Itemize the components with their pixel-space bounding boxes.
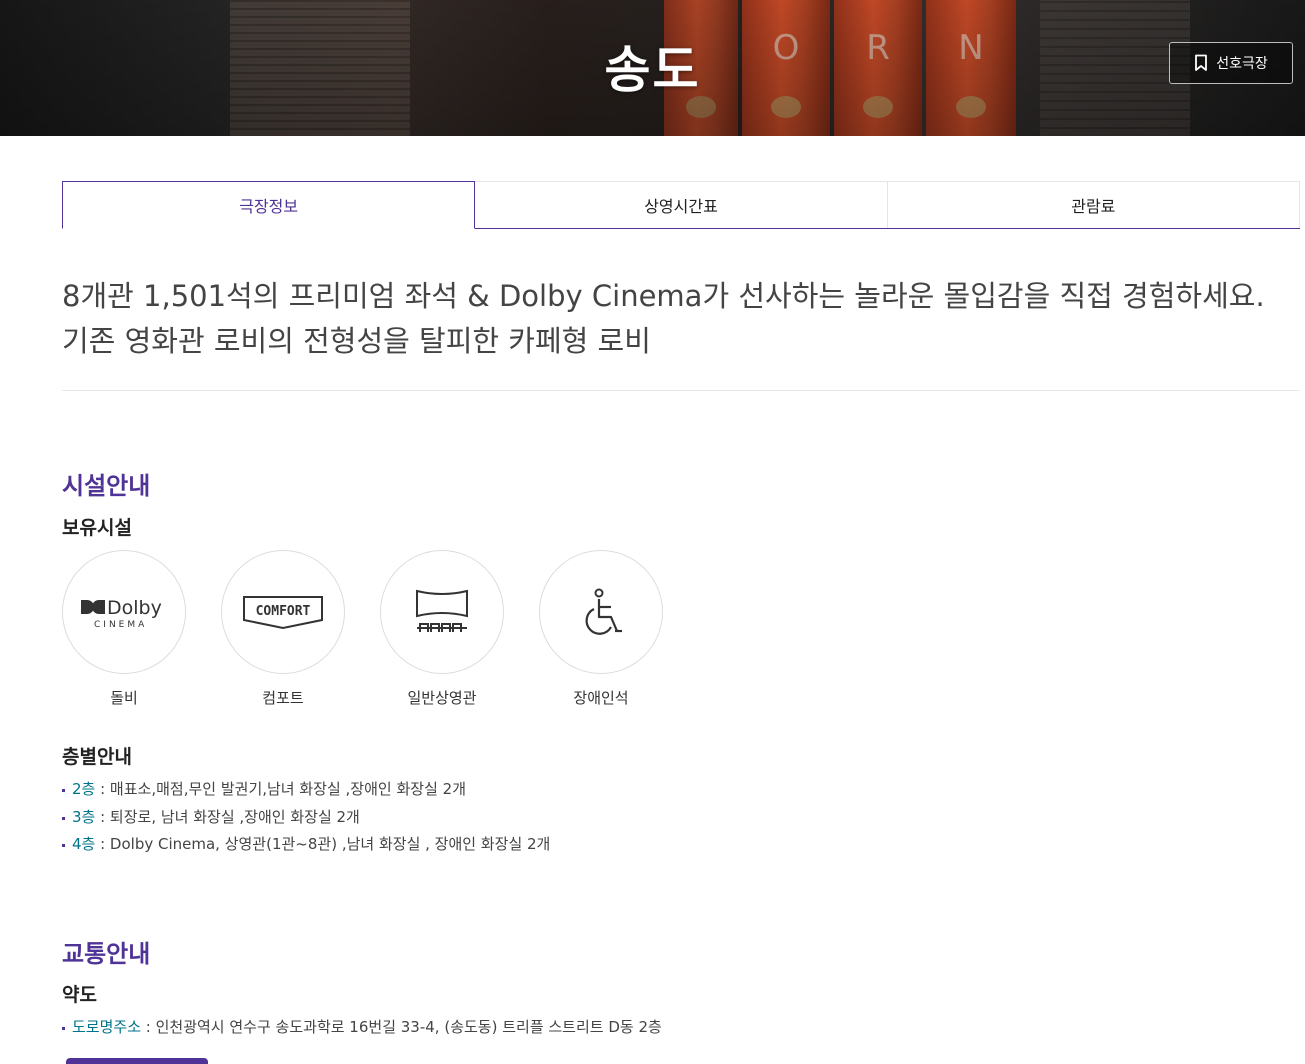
- bookmark-icon: [1195, 54, 1208, 71]
- section-divider: [62, 390, 1300, 391]
- intro-line-2: 기존 영화관 로비의 전형성을 탈피한 카페형 로비: [62, 324, 651, 358]
- address-value: : 인천광역시 연수구 송도과학로 16번길 33-4, (송도동) 트리플 스…: [141, 1018, 662, 1036]
- svg-text:COMFORT: COMFORT: [256, 604, 311, 619]
- theater-tabs: 극장정보 상영시간표 관람료: [62, 181, 1300, 229]
- address-list: 도로명주소 : 인천광역시 연수구 송도과학로 16번길 33-4, (송도동)…: [62, 1014, 662, 1042]
- map-button[interactable]: [66, 1058, 208, 1064]
- theater-screen-icon: [380, 550, 504, 674]
- facility-item-dolby: Dolby CINEMA 돌비: [62, 550, 186, 708]
- floor-description: : 매표소,매점,무인 발권기,남녀 화장실 ,장애인 화장실 2개: [95, 780, 466, 798]
- facility-section-title: 시설안내: [62, 472, 151, 500]
- tab-ticket-price[interactable]: 관람료: [887, 181, 1300, 228]
- svg-text:Dolby: Dolby: [107, 597, 162, 619]
- floor-description: : 퇴장로, 남녀 화장실 ,장애인 화장실 2개: [95, 807, 360, 826]
- floor-guide-title: 층별안내: [62, 746, 132, 768]
- facility-list: Dolby CINEMA 돌비 COMFORT 컴포트 일반상영관 장애인석: [62, 550, 663, 708]
- facility-item-wheelchair: 장애인석: [539, 550, 663, 708]
- favorite-theater-label: 선호극장: [1216, 55, 1268, 71]
- svg-text:CINEMA: CINEMA: [94, 620, 147, 630]
- address-key: 도로명주소: [72, 1018, 142, 1036]
- floor-description: : Dolby Cinema, 상영관(1관~8관) ,남녀 화장실 , 장애인…: [95, 835, 551, 853]
- favorite-theater-button[interactable]: 선호극장: [1169, 42, 1293, 84]
- floor-guide-list: 2층 : 매표소,매점,무인 발권기,남녀 화장실 ,장애인 화장실 2개 3층…: [62, 776, 550, 859]
- list-item: 3층 : 퇴장로, 남녀 화장실 ,장애인 화장실 2개: [62, 804, 550, 832]
- floor-name: 3층: [72, 807, 96, 826]
- tab-timetable[interactable]: 상영시간표: [475, 181, 888, 228]
- owned-facilities-title: 보유시설: [62, 517, 132, 539]
- floor-name: 2층: [72, 780, 96, 798]
- traffic-section-title: 교통안내: [62, 940, 151, 968]
- facility-label-dolby: 돌비: [110, 689, 138, 707]
- comfort-icon: COMFORT: [221, 550, 345, 674]
- list-item: 도로명주소 : 인천광역시 연수구 송도과학로 16번길 33-4, (송도동)…: [62, 1014, 662, 1042]
- facility-item-comfort: COMFORT 컴포트: [221, 550, 345, 708]
- floor-name: 4층: [72, 835, 96, 853]
- page-title: 송도: [604, 41, 701, 99]
- wheelchair-icon: [539, 550, 663, 674]
- facility-label-comfort: 컴포트: [262, 689, 304, 707]
- facility-item-standard: 일반상영관: [380, 550, 504, 708]
- list-item: 4층 : Dolby Cinema, 상영관(1관~8관) ,남녀 화장실 , …: [62, 831, 550, 859]
- theater-intro: 8개관 1,501석의 프리미엄 좌석 & Dolby Cinema가 선사하는…: [62, 274, 1300, 364]
- intro-line-1: 8개관 1,501석의 프리미엄 좌석 & Dolby Cinema가 선사하는…: [62, 279, 1265, 313]
- dolby-cinema-icon: Dolby CINEMA: [62, 550, 186, 674]
- tab-theater-info[interactable]: 극장정보: [62, 181, 476, 229]
- list-item: 2층 : 매표소,매점,무인 발권기,남녀 화장실 ,장애인 화장실 2개: [62, 776, 550, 804]
- facility-label-wheelchair: 장애인석: [573, 689, 629, 707]
- map-title: 약도: [62, 984, 97, 1006]
- facility-label-standard: 일반상영관: [407, 689, 477, 707]
